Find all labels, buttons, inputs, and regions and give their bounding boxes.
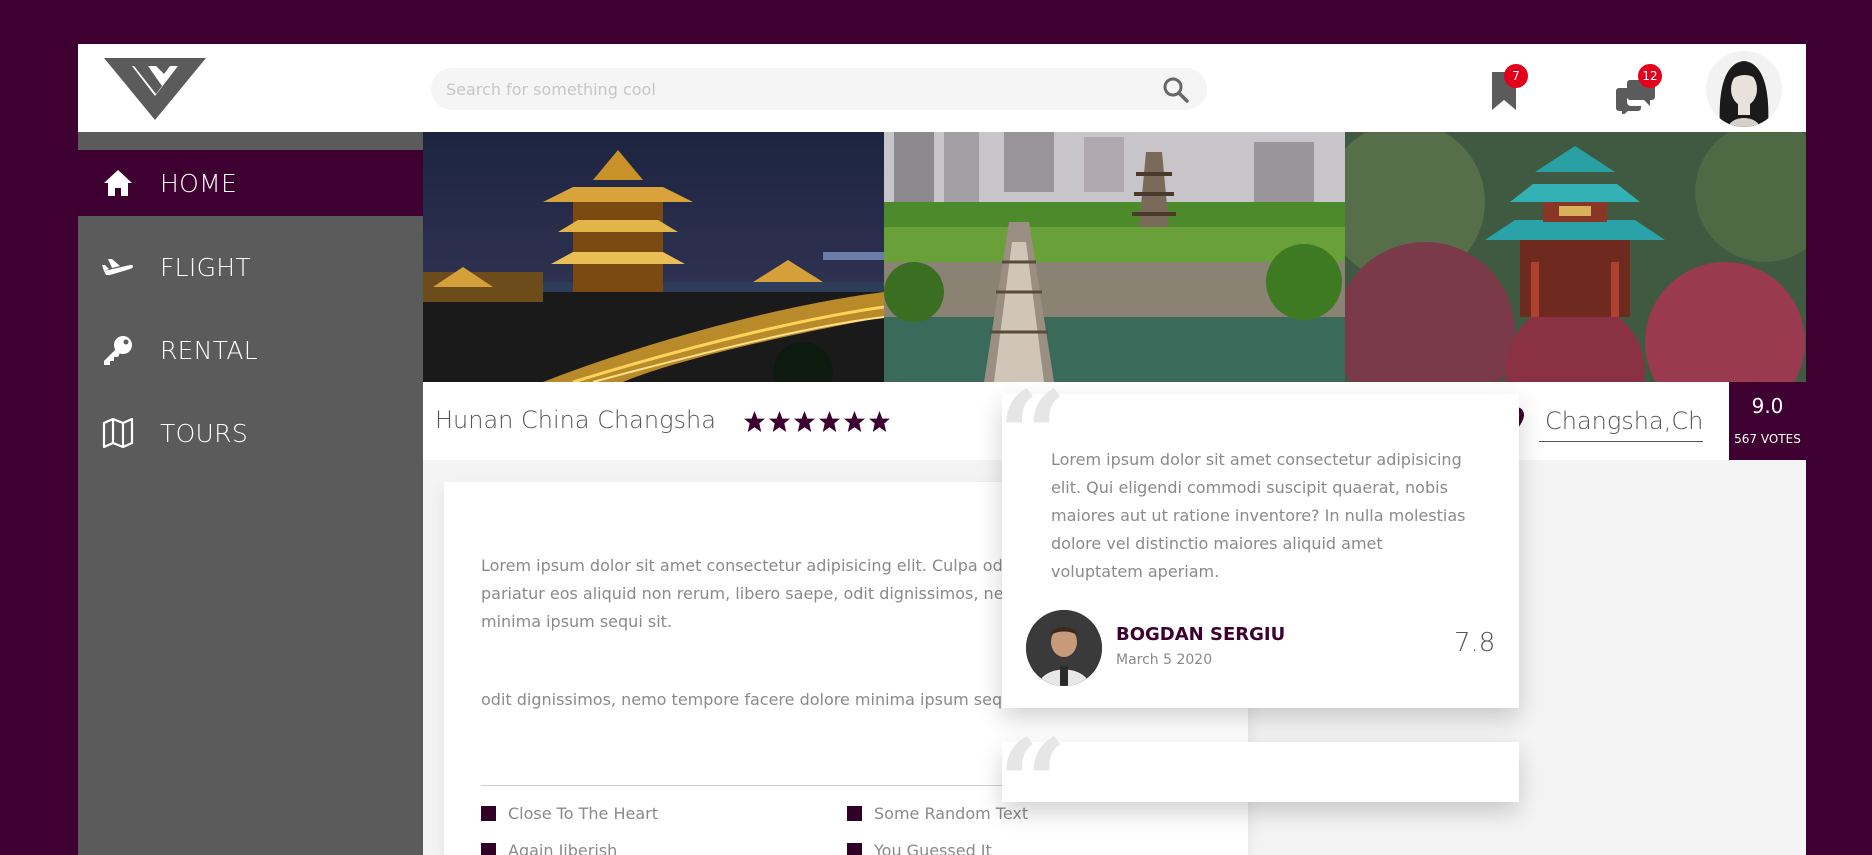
location-input[interactable] xyxy=(1539,400,1703,442)
feature-label: You Guessed It xyxy=(874,841,992,855)
sidebar-item-label: FLIGHT xyxy=(160,252,251,282)
messages-button[interactable]: 12 xyxy=(1612,64,1664,116)
sidebar-item-label: HOME xyxy=(160,168,238,198)
review-text: Lorem ipsum dolor sit amet consectetur a… xyxy=(1051,450,1466,581)
home-icon xyxy=(102,167,134,199)
reviewer-avatar[interactable] xyxy=(1026,610,1102,686)
search-icon[interactable] xyxy=(1162,76,1190,104)
logo-icon[interactable] xyxy=(104,56,206,120)
square-bullet-icon xyxy=(481,806,496,821)
star-icon xyxy=(843,410,866,433)
feature-item: You Guessed It xyxy=(847,841,992,855)
sidebar-item-rental[interactable]: RENTAL xyxy=(78,317,423,383)
bookmarks-button[interactable]: 7 xyxy=(1482,64,1534,116)
votes-count: 567 VOTES xyxy=(1734,432,1801,446)
score-value: 9.0 xyxy=(1751,394,1784,418)
hotel-name: Hunan China Changsha xyxy=(435,406,716,434)
photo-gallery xyxy=(423,132,1806,382)
top-header: 7 12 xyxy=(78,44,1806,132)
map-icon xyxy=(102,417,134,449)
square-bullet-icon xyxy=(481,843,496,855)
sidebar: HOME FLIGHT RENTAL TOURS xyxy=(78,132,423,855)
star-icon xyxy=(743,410,766,433)
sidebar-item-flight[interactable]: FLIGHT xyxy=(78,234,423,300)
review-card: “ Lorem ipsum dolor sit amet consectetur… xyxy=(998,376,1519,708)
app-window: 7 12 xyxy=(78,44,1806,855)
airplane-icon xyxy=(102,251,134,283)
user-avatar[interactable] xyxy=(1706,51,1782,127)
gallery-photo[interactable] xyxy=(423,132,884,382)
bookmarks-badge: 7 xyxy=(1504,64,1528,88)
gallery-photo[interactable] xyxy=(1345,132,1806,382)
sidebar-item-tours[interactable]: TOURS xyxy=(78,400,423,466)
feature-label: Close To The Heart xyxy=(508,804,658,823)
square-bullet-icon xyxy=(847,843,862,855)
star-icon xyxy=(868,410,891,433)
score-badge: 9.0 567 VOTES xyxy=(1729,382,1806,460)
feature-label: Again Jiberish xyxy=(508,841,618,855)
reviewer-name: BOGDAN SERGIU xyxy=(1116,624,1286,645)
star-icon xyxy=(818,410,841,433)
feature-item: Again Jiberish xyxy=(481,841,617,855)
messages-badge: 12 xyxy=(1638,64,1662,88)
sidebar-item-label: TOURS xyxy=(160,418,248,448)
feature-item: Close To The Heart xyxy=(481,804,658,823)
review-card: “ xyxy=(998,724,1519,844)
gallery-photo[interactable] xyxy=(884,132,1345,382)
star-rating xyxy=(743,410,891,433)
sidebar-item-home[interactable]: HOME xyxy=(78,150,423,216)
review-date: March 5 2020 xyxy=(1116,652,1213,668)
square-bullet-icon xyxy=(847,806,862,821)
key-icon xyxy=(102,334,134,366)
search-input[interactable] xyxy=(431,68,1131,110)
quote-icon: “ xyxy=(998,713,1068,854)
star-icon xyxy=(768,410,791,433)
sidebar-item-label: RENTAL xyxy=(160,335,259,365)
star-icon xyxy=(793,410,816,433)
review-score: 7.8 xyxy=(1454,628,1496,658)
search-bar xyxy=(431,68,1207,110)
